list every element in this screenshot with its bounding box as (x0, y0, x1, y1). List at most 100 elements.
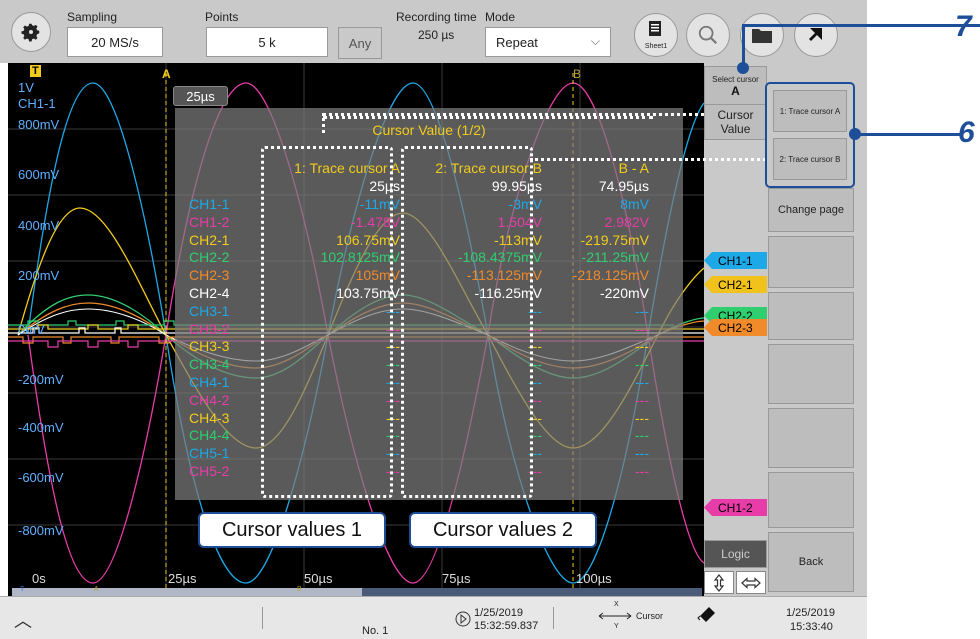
cursor-row-value-ba: --- (635, 338, 649, 355)
usb-icon (697, 607, 715, 622)
sheet-button[interactable]: Sheet1 (634, 13, 678, 57)
any-button[interactable]: Any (338, 27, 382, 59)
blank-button-3[interactable] (768, 344, 854, 404)
chevron-down-icon: ⌵ (590, 34, 600, 48)
blank-button-2[interactable] (768, 292, 854, 340)
clock-date: 1/25/2019 (786, 607, 835, 619)
cursor-row-channel: CH2-4 (189, 285, 230, 301)
values1-dots (261, 146, 393, 498)
cursor-y-label: Y (614, 623, 619, 630)
y-label-1v: 1V (18, 80, 34, 95)
points-label: Points (205, 10, 239, 24)
channel-tag-ch2-1[interactable]: CH2-1 (704, 276, 767, 293)
callout-7-dot (737, 62, 749, 74)
logic-button[interactable]: Logic (704, 540, 767, 568)
scroll-thumb[interactable] (12, 588, 362, 596)
cursor-row-value-ba: --- (635, 463, 649, 479)
callout-6-dot (849, 128, 861, 140)
title-dots (323, 116, 653, 122)
trace-group: 1: Trace cursor A 2: Trace cursor B (765, 82, 855, 188)
select-cursor-label: Select cursor (712, 74, 759, 84)
values2-dots (401, 146, 533, 498)
mode-value: Repeat (496, 34, 538, 50)
cursor-row-channel: CH3-1 (189, 302, 230, 319)
trace-cursor-b-button[interactable]: 2: Trace cursor B (773, 138, 847, 180)
cursor-row-channel: CH5-2 (189, 463, 230, 479)
cursor-row-value-ba: --- (635, 409, 649, 426)
channel-tag-ch2-3[interactable]: CH2-3 (704, 319, 767, 336)
mode-select[interactable]: Repeat ⌵ (485, 27, 611, 57)
cursor-row-value-ba: 2.982V (604, 213, 649, 230)
y-label-0: 0mV (18, 322, 45, 337)
top-toolbar: Sampling 20 MS/s Points 5 k Any Recordin… (0, 0, 867, 63)
mode-label: Mode (485, 10, 516, 24)
cursor-value-title: Cursor Value (1/2) (372, 122, 486, 138)
y-label-800: 800mV (18, 117, 60, 132)
y-label-200: 200mV (18, 268, 60, 283)
vertical-arrows-icon (713, 573, 725, 592)
scroll-mark-a: A (94, 586, 99, 593)
cursor-row-channel: CH3-2 (189, 320, 230, 337)
callout-cursor-values-2: Cursor values 2 (409, 512, 597, 548)
channel-tag-ch1-1[interactable]: CH1-1 (704, 252, 767, 269)
folder-button[interactable] (740, 13, 784, 57)
search-button[interactable] (686, 13, 730, 57)
x-label-0: 0s (32, 571, 46, 586)
time-scrollbar[interactable]: T A B (12, 586, 702, 596)
horizontal-zoom-button[interactable] (736, 571, 766, 594)
cursor-row-channel: CH3-4 (189, 356, 230, 373)
cursor-x-label: X (614, 601, 619, 608)
cursor-row-value-ba: 8mV (620, 196, 649, 212)
status-bar: ︿ No. 1 1/25/2019 15:32:59.837 X Y Curso… (0, 596, 867, 639)
cursor-row-channel: CH4-1 (189, 374, 230, 390)
cursor-row-value-ba: --- (635, 391, 649, 408)
select-cursor-button[interactable]: Select cursor A (704, 66, 767, 106)
clock-time: 15:33:40 (790, 621, 833, 633)
trace-cursor-a-button[interactable]: 1: Trace cursor A (773, 90, 847, 132)
y-label-400: 400mV (18, 218, 60, 233)
time-ba: 74.95µs (598, 178, 649, 194)
channel-tag-ch1-2[interactable]: CH1-2 (704, 499, 767, 516)
cursor-row-channel: CH1-1 (189, 196, 230, 212)
blank-button-4[interactable] (768, 408, 854, 468)
cursor-row-channel: CH4-3 (189, 409, 230, 426)
cursor-row-value-ba: -218.125mV (572, 267, 649, 284)
blank-button-5[interactable] (768, 472, 854, 528)
cursor-row-channel: CH1-2 (189, 213, 230, 230)
cursor-row-channel: CH2-1 (189, 231, 230, 248)
cursor-row-channel: CH4-2 (189, 391, 230, 408)
y-label-neg800: -800mV (18, 523, 64, 538)
leader-title-v (322, 113, 325, 133)
sheet-label: Sheet1 (644, 43, 668, 50)
sampling-field[interactable]: 20 MS/s (67, 27, 163, 57)
cursor-row-channel: CH2-2 (189, 249, 230, 266)
settings-button[interactable] (11, 12, 51, 52)
y-label-ch: CH1-1 (18, 96, 56, 111)
y-label-600: 600mV (18, 167, 60, 182)
x-label-50: 50µs (304, 571, 333, 586)
back-button[interactable]: Back (768, 532, 854, 592)
cursor-a-marker[interactable]: A (162, 67, 171, 81)
y-label-neg400: -400mV (18, 420, 64, 435)
cursor-row-channel: CH5-1 (189, 445, 230, 462)
cursor-b-marker[interactable]: B (573, 67, 581, 81)
callout-cursor-values-1: Cursor values 1 (198, 512, 386, 548)
x-label-25: 25µs (168, 571, 197, 586)
menu-button[interactable] (794, 13, 838, 57)
cursor-value-button[interactable]: Cursor Value (704, 104, 767, 140)
blank-button-1[interactable] (768, 236, 854, 288)
cursor-row-value-ba: -219.75mV (580, 231, 649, 248)
scroll-mark-t: T (20, 586, 25, 593)
channel-tags: CH1-1 CH2-1 CH2-2 CH2-3 CH1-2 (704, 63, 767, 596)
callout-number-6: 6 (958, 116, 975, 149)
change-page-button[interactable]: Change page (768, 188, 854, 232)
cursor-row-value-ba: --- (635, 302, 649, 319)
cursor-value-panel: Cursor Value (1/2) 1: Trace cursor A 2: … (175, 108, 683, 500)
vertical-zoom-button[interactable] (704, 571, 734, 594)
cursor-row-channel: CH4-4 (189, 427, 230, 444)
points-field[interactable]: 5 k (206, 27, 328, 57)
sampling-label: Sampling (67, 10, 118, 24)
delta-time-badge: 25µs (173, 86, 228, 106)
trigger-marker[interactable]: T (30, 65, 41, 77)
chevron-up-icon[interactable]: ︿ (14, 607, 32, 633)
